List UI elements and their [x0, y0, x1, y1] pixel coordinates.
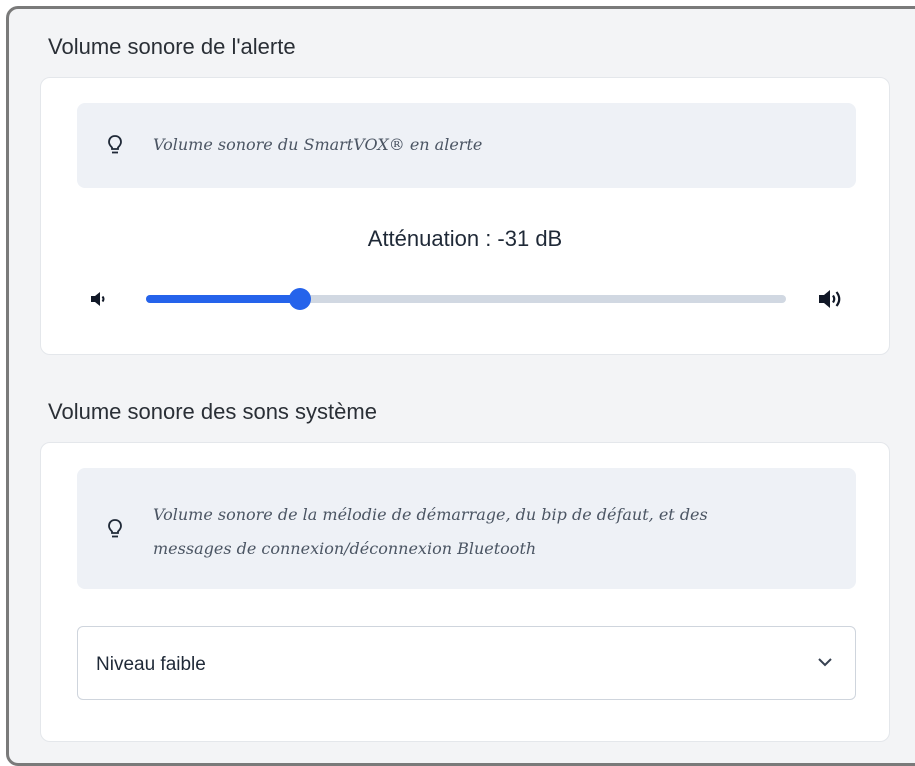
alert-tip-box: Volume sonore du SmartVOX® en alerte [77, 103, 856, 188]
select-value: Niveau faible [96, 654, 206, 675]
system-volume-select[interactable]: Niveau faible [77, 626, 856, 700]
slider-fill [146, 295, 300, 303]
system-tip-box: Volume sonore de la mélodie de démarrage… [77, 468, 856, 589]
system-volume-title: Volume sonore des sons système [48, 399, 377, 424]
lightbulb-icon [107, 134, 123, 161]
alert-volume-card: Volume sonore du SmartVOX® en alerte Att… [40, 77, 890, 355]
slider-thumb[interactable] [288, 288, 311, 310]
volume-low-icon[interactable] [89, 289, 109, 314]
volume-high-icon[interactable] [817, 287, 847, 316]
alert-volume-title: Volume sonore de l'alerte [48, 34, 296, 59]
alert-tip-text: Volume sonore du SmartVOX® en alerte [153, 135, 483, 154]
system-tip-text: Volume sonore de la mélodie de démarrage… [153, 498, 816, 566]
system-tip-line-1: Volume sonore de la mélodie de démarrage… [153, 505, 708, 524]
system-volume-card: Volume sonore de la mélodie de démarrage… [40, 442, 890, 742]
attenuation-label: Atténuation : -31 dB [367, 226, 563, 251]
system-tip-line-2: messages de connexion/déconnexion Blueto… [153, 539, 537, 558]
lightbulb-icon [107, 518, 123, 545]
chevron-down-icon[interactable] [817, 655, 833, 673]
alert-volume-slider[interactable] [146, 288, 786, 310]
